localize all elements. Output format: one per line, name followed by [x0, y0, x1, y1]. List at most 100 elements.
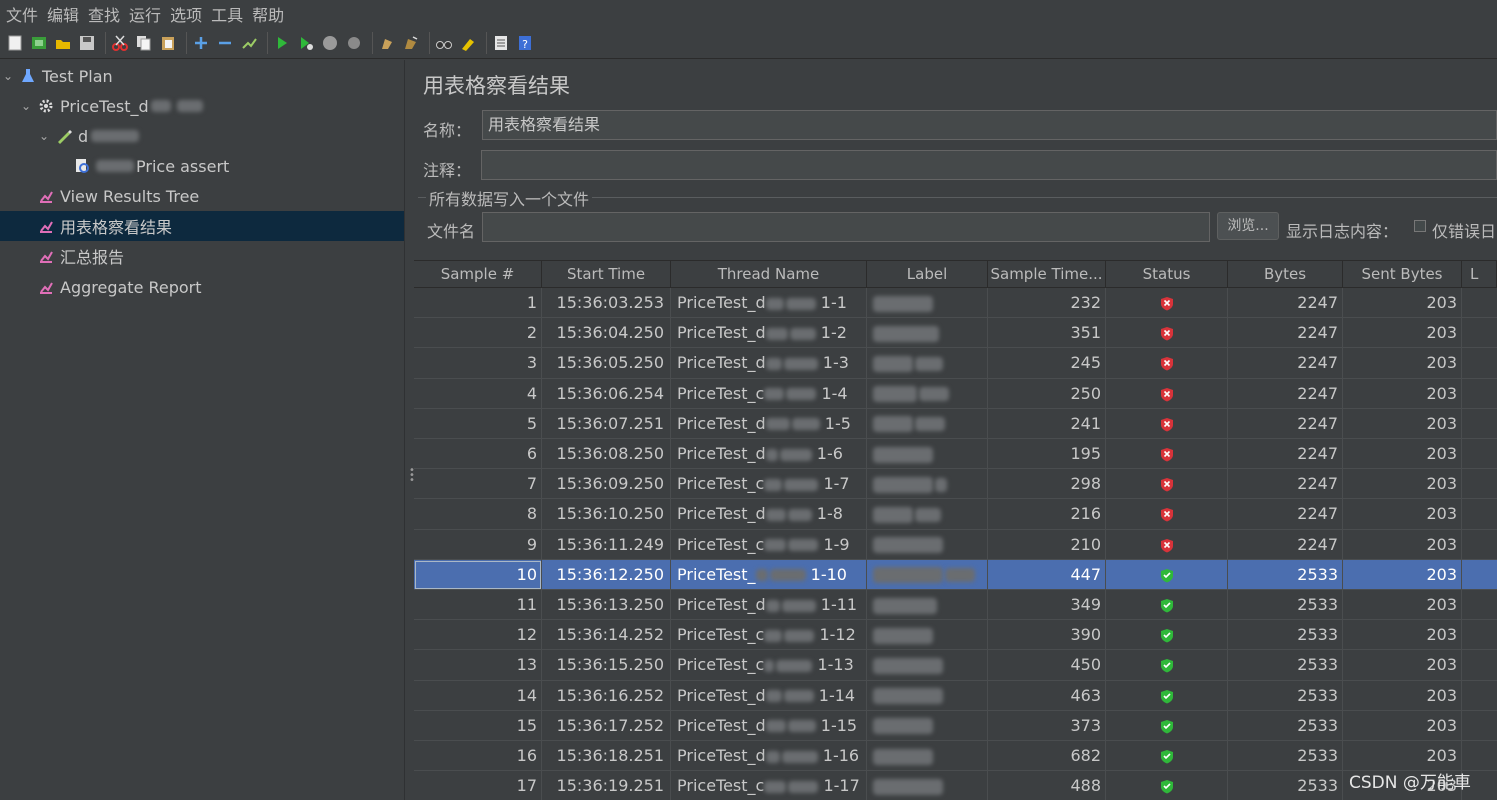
menu-item-6[interactable]: 帮助	[252, 2, 284, 26]
cell-bytes[interactable]: 2247	[1228, 318, 1343, 349]
cell-sample-time[interactable]: 447	[988, 559, 1106, 590]
cell-sample-time[interactable]: 298	[988, 469, 1106, 500]
new-icon[interactable]	[5, 33, 25, 53]
cell-latency[interactable]	[1462, 560, 1497, 590]
cell-label[interactable]	[867, 318, 988, 349]
cell-sample-time[interactable]: 450	[988, 650, 1106, 681]
column-header-start-time[interactable]: Start Time	[542, 261, 671, 288]
cell-label[interactable]	[867, 439, 988, 469]
cell-status[interactable]	[1106, 469, 1228, 500]
cell-latency[interactable]	[1462, 590, 1497, 620]
cell-sample-number[interactable]: 10	[414, 559, 542, 590]
cell-latency[interactable]	[1462, 650, 1497, 680]
cell-latency[interactable]	[1462, 379, 1497, 409]
table-row[interactable]: 16 15:36:18.251 PriceTest_d 1-16 682 2533 203	[414, 741, 1497, 772]
cell-status[interactable]	[1106, 529, 1228, 560]
collapse-icon[interactable]	[215, 33, 235, 53]
cell-bytes[interactable]: 2533	[1228, 559, 1343, 590]
cell-latency[interactable]	[1462, 409, 1497, 439]
cell-thread-name[interactable]: PriceTest_c 1-9	[671, 529, 867, 560]
cell-label[interactable]	[867, 680, 988, 711]
cell-bytes[interactable]: 2247	[1228, 439, 1343, 469]
cell-latency[interactable]	[1462, 620, 1497, 650]
cell-sent-bytes[interactable]: 203	[1343, 378, 1462, 409]
table-row[interactable]: 10 15:36:12.250 PriceTest_ 1-10 447 2533 203	[414, 559, 1497, 590]
tree-item-sampler[interactable]: ⌄ d	[0, 121, 404, 151]
cell-bytes[interactable]: 2533	[1228, 650, 1343, 681]
table-row[interactable]: 13 15:36:15.250 PriceTest_c 1-13 450 2533 203	[414, 650, 1497, 681]
cell-start-time[interactable]: 15:36:03.253	[542, 288, 671, 318]
cell-start-time[interactable]: 15:36:19.251	[542, 771, 671, 800]
cell-sent-bytes[interactable]: 203	[1343, 620, 1462, 651]
cell-label[interactable]	[867, 620, 988, 651]
table-row[interactable]: 15 15:36:17.252 PriceTest_d 1-15 373 2533 203	[414, 710, 1497, 741]
cell-start-time[interactable]: 15:36:09.250	[542, 469, 671, 500]
function-helper-icon[interactable]	[491, 33, 511, 53]
cell-latency[interactable]	[1462, 499, 1497, 529]
menu-item-0[interactable]: 文件	[6, 2, 38, 26]
cell-sample-number[interactable]: 12	[414, 620, 542, 651]
browse-button[interactable]: 浏览...	[1217, 212, 1279, 240]
cell-sample-number[interactable]: 4	[414, 378, 542, 409]
cell-thread-name[interactable]: PriceTest_d 1-15	[671, 710, 867, 741]
cell-sample-number[interactable]: 11	[414, 590, 542, 620]
tree-item-thread-group[interactable]: ⌄ PriceTest_d	[0, 91, 404, 121]
tree-item-view-results-tree[interactable]: View Results Tree	[0, 181, 404, 211]
cell-thread-name[interactable]: PriceTest_c 1-7	[671, 469, 867, 500]
help-icon[interactable]: ?	[515, 33, 535, 53]
cell-thread-name[interactable]: PriceTest_d 1-5	[671, 408, 867, 439]
cell-thread-name[interactable]: PriceTest_c 1-13	[671, 650, 867, 681]
cell-sample-number[interactable]: 1	[414, 288, 542, 318]
cell-label[interactable]	[867, 741, 988, 771]
cell-thread-name[interactable]: PriceTest_c 1-4	[671, 378, 867, 409]
cell-thread-name[interactable]: PriceTest_d 1-1	[671, 288, 867, 318]
cell-sample-number[interactable]: 8	[414, 499, 542, 530]
cell-sent-bytes[interactable]: 203	[1343, 469, 1462, 500]
cell-start-time[interactable]: 15:36:12.250	[542, 559, 671, 590]
cell-sent-bytes[interactable]: 203	[1343, 529, 1462, 560]
cell-latency[interactable]	[1462, 741, 1497, 771]
column-header-thread-name[interactable]: Thread Name	[671, 261, 867, 288]
table-row[interactable]: 11 15:36:13.250 PriceTest_d 1-11 349 2533 203	[414, 590, 1497, 621]
cell-latency[interactable]	[1462, 288, 1497, 318]
cell-sample-number[interactable]: 7	[414, 469, 542, 500]
tree-item-table-results[interactable]: 用表格察看结果	[0, 211, 404, 241]
cell-bytes[interactable]: 2247	[1228, 469, 1343, 500]
cell-sent-bytes[interactable]: 203	[1343, 318, 1462, 349]
cell-sample-time[interactable]: 390	[988, 620, 1106, 651]
cell-bytes[interactable]: 2533	[1228, 620, 1343, 651]
cell-sample-time[interactable]: 210	[988, 529, 1106, 560]
cell-latency[interactable]	[1462, 530, 1497, 560]
cell-sample-number[interactable]: 16	[414, 741, 542, 771]
cell-status[interactable]	[1106, 439, 1228, 469]
templates-icon[interactable]	[29, 33, 49, 53]
cell-status[interactable]	[1106, 559, 1228, 590]
cell-sample-number[interactable]: 17	[414, 771, 542, 800]
start-no-pause-icon[interactable]	[296, 33, 316, 53]
tree-item-summary-report[interactable]: 汇总报告	[0, 241, 404, 271]
cell-bytes[interactable]: 2533	[1228, 590, 1343, 620]
table-row[interactable]: 1 15:36:03.253 PriceTest_d 1-1 232 2247 203	[414, 288, 1497, 319]
cell-sample-time[interactable]: 349	[988, 590, 1106, 620]
cell-label[interactable]	[867, 348, 988, 379]
table-row[interactable]: 8 15:36:10.250 PriceTest_d 1-8 216 2247 203	[414, 499, 1497, 530]
cell-sample-time[interactable]: 463	[988, 680, 1106, 711]
table-row[interactable]: 3 15:36:05.250 PriceTest_d 1-3 245 2247 203	[414, 348, 1497, 379]
cell-latency[interactable]	[1462, 469, 1497, 499]
cell-start-time[interactable]: 15:36:05.250	[542, 348, 671, 379]
cell-label[interactable]	[867, 288, 988, 318]
cell-start-time[interactable]: 15:36:08.250	[542, 439, 671, 469]
cell-sent-bytes[interactable]: 203	[1343, 348, 1462, 379]
column-header-label[interactable]: Label	[867, 261, 988, 288]
cell-start-time[interactable]: 15:36:11.249	[542, 529, 671, 560]
table-row[interactable]: 9 15:36:11.249 PriceTest_c 1-9 210 2247 203	[414, 529, 1497, 560]
cell-sent-bytes[interactable]: 203	[1343, 288, 1462, 318]
cell-bytes[interactable]: 2247	[1228, 288, 1343, 318]
cell-latency[interactable]	[1462, 711, 1497, 741]
cell-sample-time[interactable]: 195	[988, 439, 1106, 469]
tree-item-aggregate-report[interactable]: Aggregate Report	[0, 272, 404, 302]
cell-sample-number[interactable]: 15	[414, 710, 542, 741]
start-icon[interactable]	[272, 33, 292, 53]
cell-sample-time[interactable]: 682	[988, 741, 1106, 771]
cell-thread-name[interactable]: PriceTest_d 1-3	[671, 348, 867, 379]
